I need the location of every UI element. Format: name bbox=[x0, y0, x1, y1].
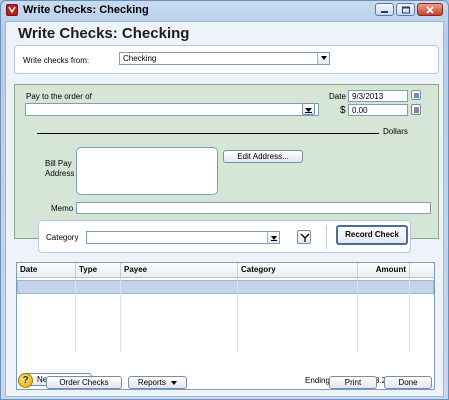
column-header-payee[interactable]: Payee bbox=[121, 263, 238, 278]
order-checks-button[interactable]: Order Checks bbox=[46, 376, 122, 389]
maximize-icon bbox=[401, 6, 410, 13]
payee-field[interactable] bbox=[25, 103, 319, 116]
payee-dropdown-button[interactable] bbox=[302, 103, 315, 115]
edit-address-button[interactable]: Edit Address... bbox=[223, 150, 303, 163]
amount-value: 0.00 bbox=[352, 106, 368, 115]
close-button[interactable] bbox=[417, 3, 443, 16]
close-icon bbox=[426, 5, 434, 14]
calendar-button[interactable] bbox=[411, 90, 421, 100]
dropdown-arrow-icon[interactable] bbox=[267, 232, 279, 243]
bill-pay-label-line2: Address bbox=[45, 169, 75, 178]
record-check-button[interactable]: Record Check bbox=[336, 225, 408, 245]
category-dropdown[interactable] bbox=[86, 231, 280, 244]
date-label: Date bbox=[329, 92, 346, 101]
minimize-button[interactable] bbox=[375, 3, 394, 16]
title-bar[interactable]: Write Checks: Checking bbox=[1, 1, 448, 21]
dropdown-arrow-icon[interactable] bbox=[317, 53, 329, 64]
calendar-icon bbox=[414, 93, 419, 98]
divider bbox=[326, 225, 327, 249]
date-field[interactable]: 9/3/2013 bbox=[348, 90, 408, 102]
register-header: Date Type Payee Category Amount bbox=[17, 263, 434, 278]
memo-field[interactable] bbox=[76, 202, 431, 214]
category-label: Category bbox=[46, 233, 79, 242]
account-dropdown-value: Checking bbox=[123, 54, 157, 63]
reports-button-label: Reports bbox=[137, 378, 166, 387]
dollar-sign-label: $ bbox=[340, 105, 346, 116]
bill-pay-label-line1: Bill Pay bbox=[45, 159, 72, 168]
window-content: Write Checks: Checking Write checks from… bbox=[5, 21, 444, 397]
dropdown-arrow-icon bbox=[305, 108, 312, 113]
dollars-label: Dollars bbox=[383, 127, 408, 136]
check-form: Pay to the order of Date 9/3/2013 $ 0.00 bbox=[14, 84, 439, 239]
table-row[interactable] bbox=[17, 280, 434, 294]
minimize-icon bbox=[380, 10, 388, 13]
calculator-icon bbox=[414, 107, 419, 113]
account-selector-panel: Write checks from: Checking bbox=[14, 45, 439, 74]
window-title: Write Checks: Checking bbox=[23, 4, 149, 16]
calculator-button[interactable] bbox=[411, 104, 421, 115]
reports-button[interactable]: Reports bbox=[128, 376, 187, 389]
written-amount-line bbox=[37, 133, 379, 134]
date-value: 9/3/2013 bbox=[352, 92, 384, 101]
split-icon bbox=[300, 233, 310, 242]
bill-pay-address-box[interactable] bbox=[76, 147, 218, 195]
chevron-down-icon bbox=[171, 381, 178, 385]
column-header-category[interactable]: Category bbox=[238, 263, 358, 278]
done-button[interactable]: Done bbox=[384, 376, 432, 389]
memo-label: Memo bbox=[51, 204, 74, 213]
account-dropdown[interactable]: Checking bbox=[119, 52, 330, 65]
column-header-type[interactable]: Type bbox=[76, 263, 121, 278]
print-button[interactable]: Print bbox=[329, 376, 377, 389]
amount-field[interactable]: 0.00 bbox=[348, 104, 408, 116]
pay-to-label: Pay to the order of bbox=[26, 92, 92, 101]
page-title: Write Checks: Checking bbox=[18, 25, 190, 42]
category-panel: Category Record Check bbox=[38, 220, 411, 253]
column-header-date[interactable]: Date bbox=[17, 263, 76, 278]
help-icon[interactable]: ? bbox=[18, 373, 33, 388]
split-button[interactable] bbox=[297, 230, 311, 244]
write-checks-from-label: Write checks from: bbox=[23, 56, 90, 65]
check-register: Date Type Payee Category Amount New Chec… bbox=[16, 262, 435, 390]
maximize-button[interactable] bbox=[396, 3, 415, 16]
column-header-blank bbox=[410, 263, 434, 278]
write-checks-window: Write Checks: Checking Write Checks: Che… bbox=[0, 0, 449, 400]
column-header-amount[interactable]: Amount bbox=[358, 263, 410, 278]
app-logo-icon bbox=[6, 4, 18, 16]
